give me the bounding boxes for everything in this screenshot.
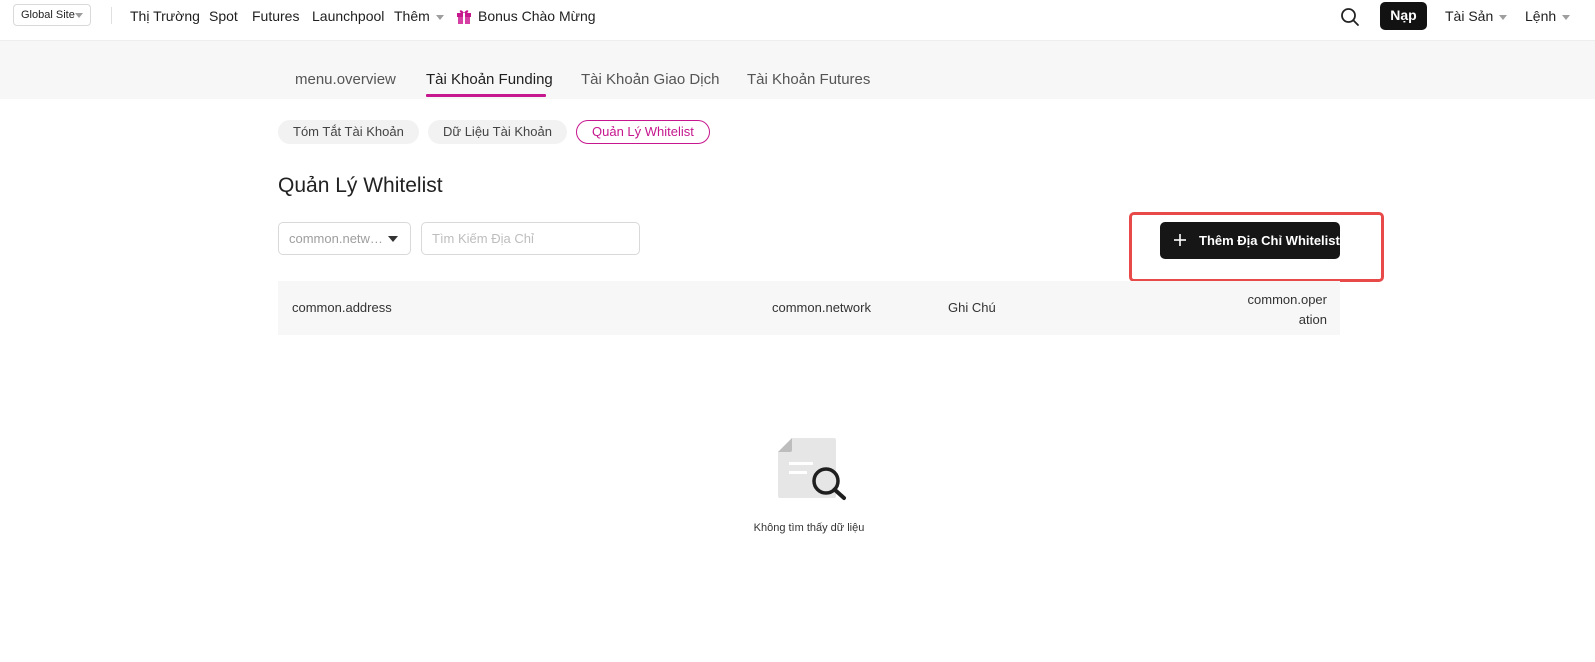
nav-item-launchpool[interactable]: Launchpool xyxy=(312,8,384,24)
subtab-account-summary[interactable]: Tóm Tắt Tài Khoản xyxy=(278,120,419,144)
site-selector[interactable]: Global Site xyxy=(13,4,91,26)
chevron-down-icon xyxy=(1562,14,1571,20)
network-filter-select[interactable]: common.network xyxy=(278,222,411,255)
plus-icon xyxy=(1174,234,1186,246)
tab-overview[interactable]: menu.overview xyxy=(295,71,396,88)
chevron-down-icon xyxy=(435,14,444,20)
document-search-icon xyxy=(778,438,846,500)
chevron-down-icon xyxy=(388,236,398,242)
tab-trading-account[interactable]: Tài Khoản Giao Dịch xyxy=(581,71,719,88)
nav-item-label: Thị Trường xyxy=(130,8,200,24)
nav-item-label: Bonus Chào Mừng xyxy=(478,8,596,24)
nav-item-futures[interactable]: Futures xyxy=(252,8,299,24)
nav-item-welcome-bonus[interactable]: Bonus Chào Mừng xyxy=(456,8,596,24)
site-selector-label: Global Site xyxy=(21,9,75,21)
tab-funding-account[interactable]: Tài Khoản Funding xyxy=(426,71,553,88)
nav-item-label: Spot xyxy=(209,8,238,24)
subtab-whitelist-management[interactable]: Quản Lý Whitelist xyxy=(576,120,710,144)
nav-item-label: Thêm xyxy=(394,8,430,24)
column-header-note: Ghi Chú xyxy=(948,300,996,315)
search-icon[interactable] xyxy=(1340,7,1360,27)
top-navigation: Global Site Thị Trường Spot Futures Laun… xyxy=(0,0,1595,41)
tab-futures-account[interactable]: Tài Khoản Futures xyxy=(747,71,870,88)
nav-item-assets[interactable]: Tài Sản xyxy=(1445,8,1508,24)
gift-icon xyxy=(457,10,471,24)
nav-item-label: Lệnh xyxy=(1525,8,1557,24)
page-title: Quản Lý Whitelist xyxy=(278,174,443,197)
nav-item-spot[interactable]: Spot xyxy=(209,8,238,24)
column-header-network: common.network xyxy=(772,300,871,315)
column-header-address: common.address xyxy=(292,300,392,315)
nav-item-label: Futures xyxy=(252,8,300,24)
nav-item-label: Launchpool xyxy=(312,8,385,24)
nav-item-more[interactable]: Thêm xyxy=(394,8,444,24)
deposit-button[interactable]: Nạp xyxy=(1380,2,1427,30)
column-header-operation: common.operation xyxy=(1247,292,1327,327)
network-filter-value: common.network xyxy=(289,231,384,246)
subtab-account-data[interactable]: Dữ Liệu Tài Khoản xyxy=(428,120,567,144)
address-search-input[interactable] xyxy=(421,222,640,255)
chevron-down-icon xyxy=(1499,14,1508,20)
nav-item-markets[interactable]: Thị Trường xyxy=(130,8,200,24)
nav-divider xyxy=(111,7,112,24)
add-whitelist-address-button[interactable]: Thêm Địa Chỉ Whitelist xyxy=(1160,222,1340,259)
table-header: common.address common.network Ghi Chú co… xyxy=(278,281,1340,335)
add-whitelist-label: Thêm Địa Chỉ Whitelist xyxy=(1199,233,1340,248)
empty-state-text: Không tìm thấy dữ liệu xyxy=(753,522,865,534)
nav-item-label: Tài Sản xyxy=(1445,8,1494,24)
chevron-down-icon xyxy=(75,13,83,18)
nav-item-orders[interactable]: Lệnh xyxy=(1525,8,1571,24)
account-tabs-bar: menu.overview Tài Khoản Funding Tài Khoả… xyxy=(0,41,1595,99)
active-tab-indicator xyxy=(426,94,546,97)
